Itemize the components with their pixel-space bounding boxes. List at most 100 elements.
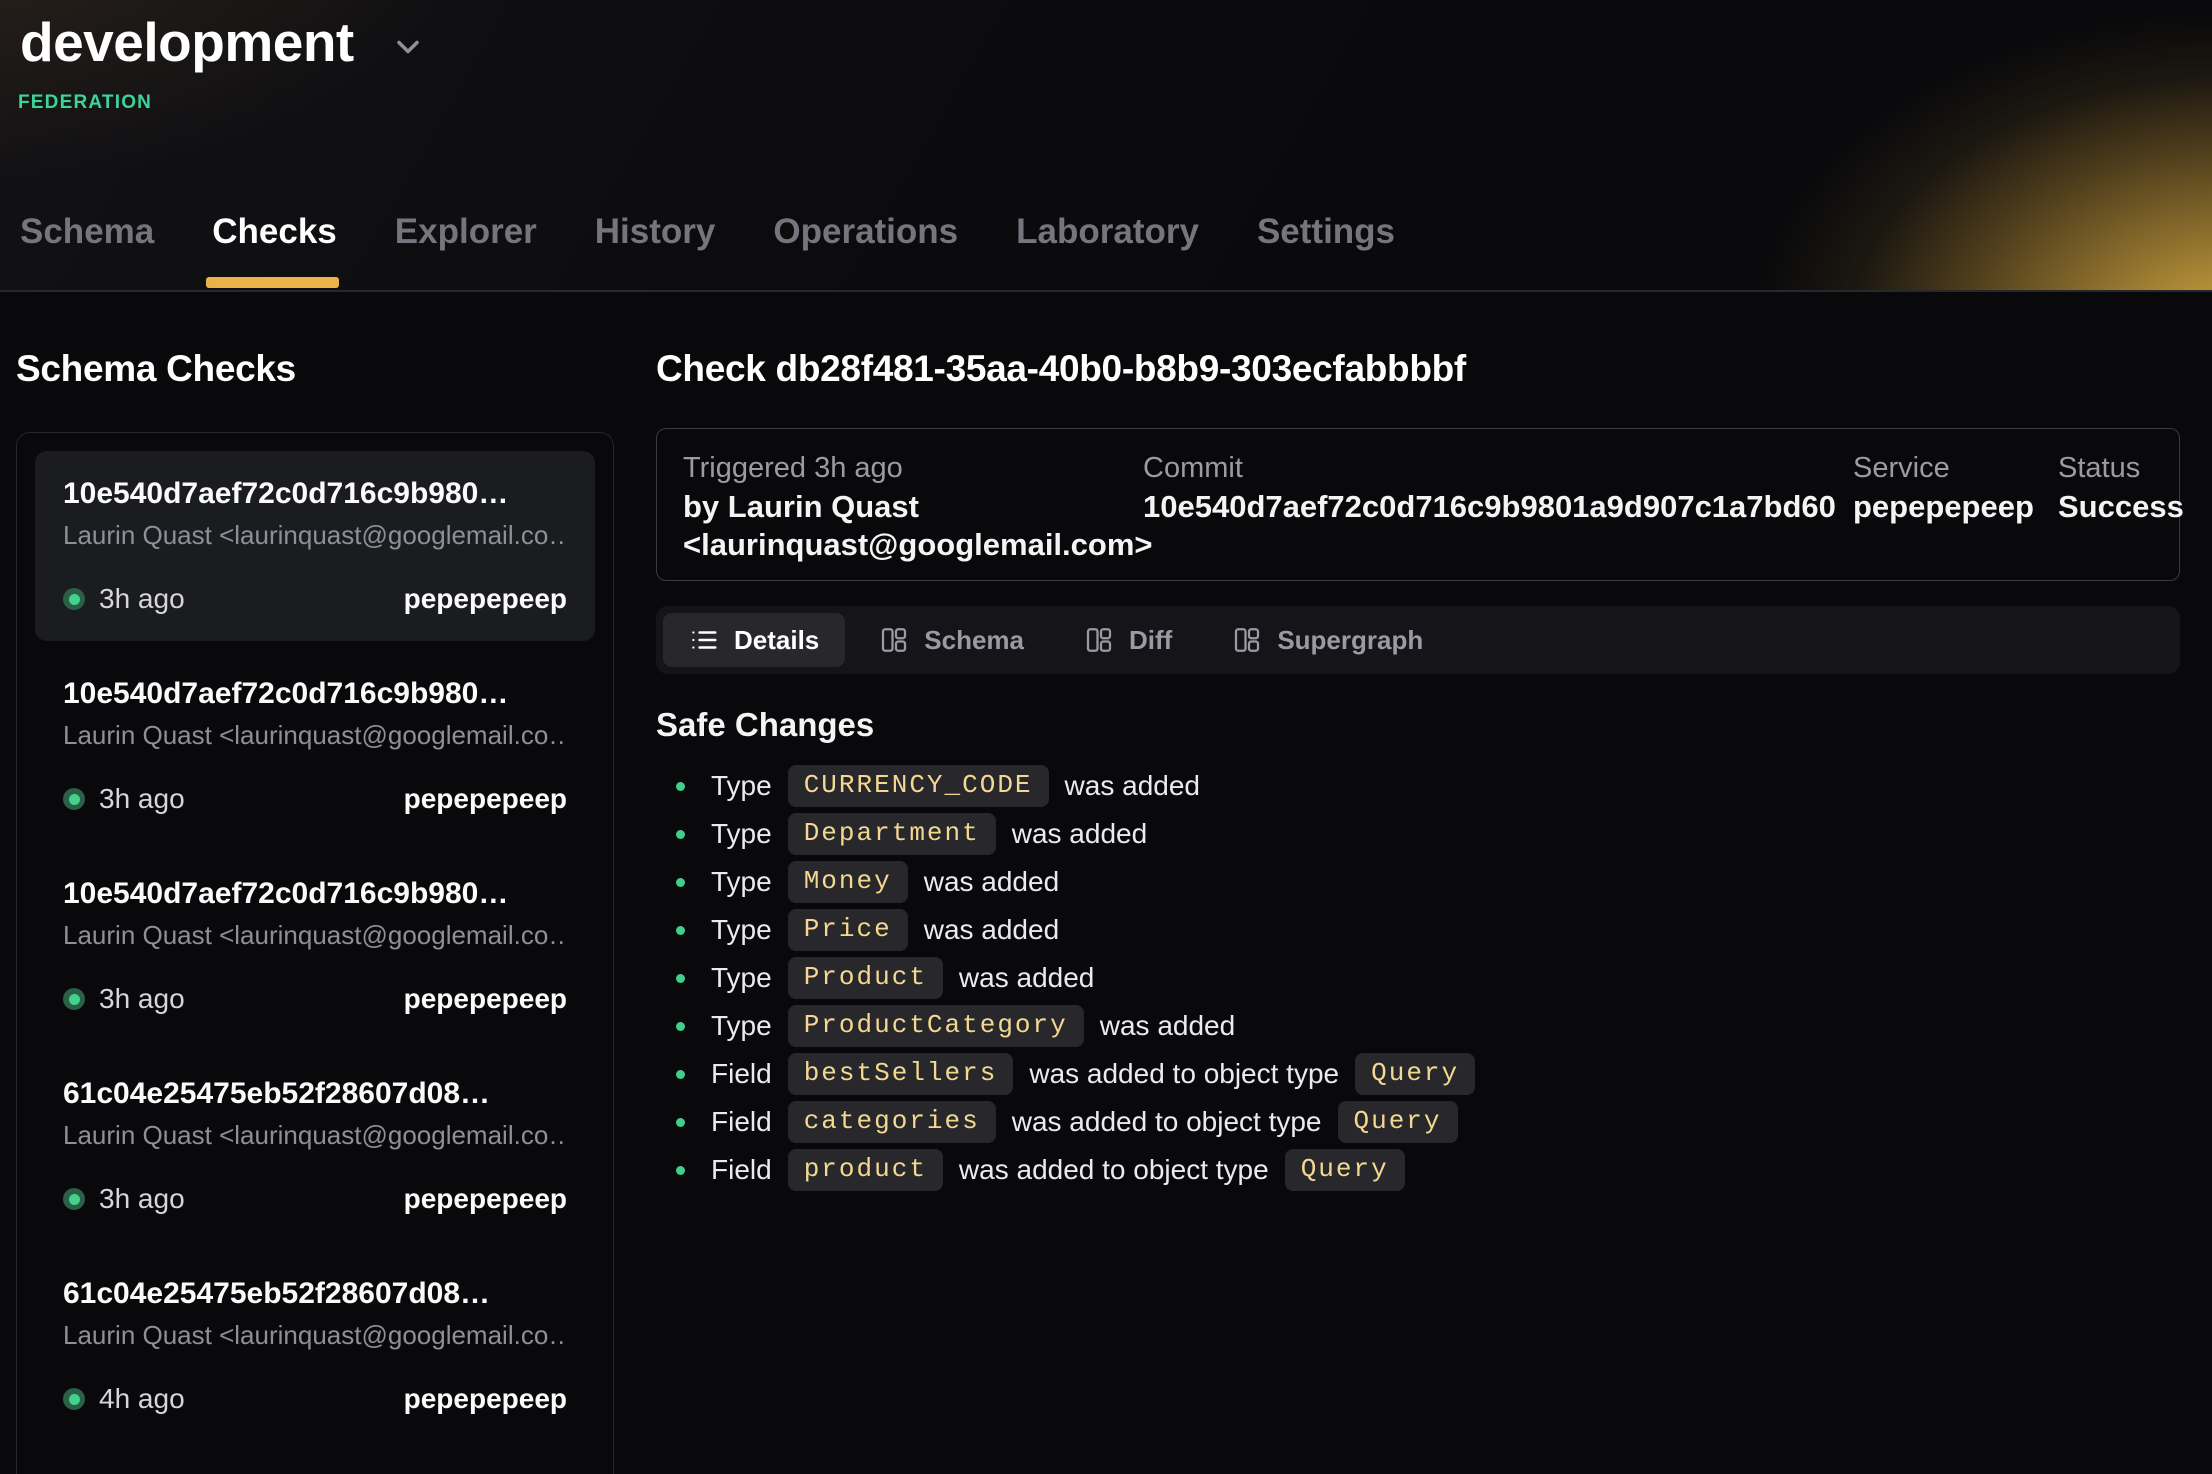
check-meta-row: 3h ago pepepepeep (63, 1183, 567, 1215)
change-kind: Field (711, 1154, 772, 1186)
main-nav: Schema Checks Explorer History Operation… (20, 212, 2212, 290)
view-tab-label: Details (734, 625, 819, 656)
change-row: Type Price was added (656, 906, 2180, 954)
change-code: categories (788, 1101, 996, 1143)
change-code-secondary: Query (1355, 1053, 1475, 1095)
change-kind: Type (711, 818, 772, 850)
change-text: was added (1100, 1010, 1235, 1042)
tab-operations[interactable]: Operations (773, 212, 958, 290)
tab-history[interactable]: History (595, 212, 716, 290)
change-text: was added (959, 962, 1094, 994)
check-author: Laurin Quast <laurinquast@googlemail.co… (63, 520, 567, 551)
change-kind: Field (711, 1058, 772, 1090)
change-text: was added (924, 866, 1059, 898)
safe-changes-title: Safe Changes (656, 706, 2180, 744)
check-author: Laurin Quast <laurinquast@googlemail.co… (63, 1120, 567, 1151)
meta-service-label: Service (1853, 451, 2058, 485)
meta-commit-value: 10e540d7aef72c0d716c9b9801a9d907c1a7bd60 (1143, 488, 1853, 526)
meta-triggered-by: by Laurin Quast (683, 488, 1143, 526)
checks-sidebar: Schema Checks 10e540d7aef72c0d716c9b980…… (16, 292, 614, 1474)
tab-laboratory[interactable]: Laboratory (1016, 212, 1199, 290)
view-tab-details[interactable]: Details (663, 613, 845, 667)
check-list-item[interactable]: 61c04e25475eb52f28607d08… Laurin Quast <… (35, 1051, 595, 1241)
change-row: Type Product was added (656, 954, 2180, 1002)
check-id: 10e540d7aef72c0d716c9b980… (63, 877, 567, 911)
view-tabs: Details Schema Diff (656, 606, 2180, 674)
check-time: 3h ago (99, 783, 185, 815)
check-id: 61c04e25475eb52f28607d08… (63, 1077, 567, 1111)
list-icon (689, 625, 719, 655)
view-tab-schema[interactable]: Schema (853, 613, 1050, 667)
change-row: Type Department was added (656, 810, 2180, 858)
check-author: Laurin Quast <laurinquast@googlemail.co… (63, 920, 567, 951)
bullet-icon (676, 1166, 685, 1175)
check-service: pepepepeep (404, 1383, 567, 1415)
tab-checks[interactable]: Checks (212, 212, 337, 290)
check-detail-title: Check db28f481-35aa-40b0-b8b9-303ecfabbb… (656, 348, 2180, 390)
check-list-item[interactable]: 61c04e25475eb52f28607d08… Laurin Quast <… (35, 1251, 595, 1441)
change-row: Field product was added to object type Q… (656, 1146, 2180, 1194)
view-tab-supergraph[interactable]: Supergraph (1206, 613, 1449, 667)
change-kind: Type (711, 962, 772, 994)
columns-icon (879, 625, 909, 655)
status-dot-icon (63, 1388, 85, 1410)
safe-changes-list: Type CURRENCY_CODE was added Type Depart… (656, 762, 2180, 1194)
change-row: Field categories was added to object typ… (656, 1098, 2180, 1146)
change-code: Department (788, 813, 996, 855)
check-list-item[interactable]: 10e540d7aef72c0d716c9b980… Laurin Quast … (35, 651, 595, 841)
check-meta-row: 3h ago pepepepeep (63, 583, 567, 615)
check-time: 3h ago (99, 1183, 185, 1215)
change-row: Field bestSellers was added to object ty… (656, 1050, 2180, 1098)
check-time: 3h ago (99, 983, 185, 1015)
check-list-item[interactable]: 10e540d7aef72c0d716c9b980… Laurin Quast … (35, 851, 595, 1041)
change-code: Product (788, 957, 943, 999)
check-service: pepepepeep (404, 983, 567, 1015)
check-meta-row: 3h ago pepepepeep (63, 983, 567, 1015)
project-type-badge: FEDERATION (18, 92, 152, 114)
change-kind: Type (711, 1010, 772, 1042)
view-tab-label: Diff (1129, 625, 1172, 656)
meta-status-label: Status (2058, 451, 2184, 485)
status-dot-icon (63, 1188, 85, 1210)
meta-triggered-email: <laurinquast@googlemail.com> (683, 526, 1143, 564)
view-tab-label: Supergraph (1277, 625, 1423, 656)
change-text: was added (924, 914, 1059, 946)
change-kind: Type (711, 866, 772, 898)
bullet-icon (676, 878, 685, 887)
change-row: Type ProductCategory was added (656, 1002, 2180, 1050)
change-text: was added to object type (1029, 1058, 1339, 1090)
status-dot-icon (63, 988, 85, 1010)
bullet-icon (676, 926, 685, 935)
change-text: was added (1012, 818, 1147, 850)
check-time: 4h ago (99, 1383, 185, 1415)
change-code: product (788, 1149, 943, 1191)
change-text: was added to object type (959, 1154, 1269, 1186)
change-row: Type Money was added (656, 858, 2180, 906)
chevron-down-icon[interactable] (390, 29, 426, 65)
meta-service: Service pepepepeep (1853, 451, 2058, 564)
bullet-icon (676, 830, 685, 839)
view-tab-label: Schema (924, 625, 1024, 656)
bullet-icon (676, 1070, 685, 1079)
bullet-icon (676, 974, 685, 983)
meta-status-value: Success (2058, 488, 2184, 526)
tab-settings[interactable]: Settings (1257, 212, 1395, 290)
change-text: was added to object type (1012, 1106, 1322, 1138)
view-tab-diff[interactable]: Diff (1058, 613, 1198, 667)
change-code: bestSellers (788, 1053, 1014, 1095)
change-row: Type CURRENCY_CODE was added (656, 762, 2180, 810)
columns-icon (1232, 625, 1262, 655)
check-meta-row: 3h ago pepepepeep (63, 783, 567, 815)
check-list-item[interactable]: 10e540d7aef72c0d716c9b980… Laurin Quast … (35, 451, 595, 641)
change-code: CURRENCY_CODE (788, 765, 1049, 807)
project-selector[interactable]: development (20, 10, 426, 74)
change-code-secondary: Query (1338, 1101, 1458, 1143)
change-code: Price (788, 909, 908, 951)
header: development FEDERATION Schema Checks Exp… (0, 0, 2212, 292)
change-text: was added (1065, 770, 1200, 802)
status-dot-icon (63, 788, 85, 810)
sidebar-title: Schema Checks (16, 348, 614, 390)
tab-schema[interactable]: Schema (20, 212, 154, 290)
content: Schema Checks 10e540d7aef72c0d716c9b980…… (0, 292, 2212, 1474)
tab-explorer[interactable]: Explorer (395, 212, 537, 290)
